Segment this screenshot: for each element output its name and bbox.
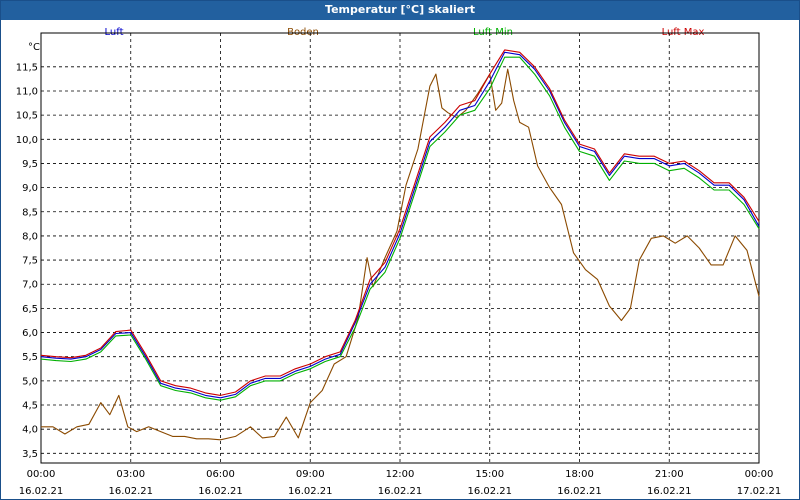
x-tick-time-label: 09:00 — [296, 469, 325, 480]
x-tick-time-label: 12:00 — [386, 469, 415, 480]
y-tick-label: 10,5 — [16, 111, 38, 122]
x-tick-time-label: 18:00 — [565, 469, 594, 480]
plot-frame — [40, 32, 760, 464]
y-tick-label: 7,0 — [22, 280, 38, 291]
x-tick-time-label: 00:00 — [27, 469, 56, 480]
y-tick-label: 11,0 — [16, 86, 38, 97]
y-tick-label: 10,0 — [16, 135, 38, 146]
x-tick-date-label: 16.02.21 — [288, 486, 333, 497]
x-tick-date-label: 16.02.21 — [467, 486, 512, 497]
y-tick-label: 7,5 — [22, 256, 38, 267]
x-tick-date-label: 16.02.21 — [198, 486, 243, 497]
y-tick-label: 9,5 — [22, 159, 38, 170]
y-tick-label: 4,5 — [22, 401, 38, 412]
window-title: Temperatur [°C] skaliert — [1, 1, 799, 20]
y-tick-label: 11,5 — [16, 62, 38, 73]
y-unit-label: °C — [28, 42, 40, 53]
x-tick-time-label: 00:00 — [745, 469, 774, 480]
y-tick-label: 9,0 — [22, 183, 38, 194]
y-tick-label: 3,5 — [22, 449, 38, 460]
x-tick-time-label: 06:00 — [206, 469, 235, 480]
x-tick-date-label: 17.02.21 — [737, 486, 782, 497]
y-tick-label: 5,0 — [22, 376, 38, 387]
y-tick-label: 8,0 — [22, 231, 38, 242]
x-tick-date-label: 16.02.21 — [19, 486, 64, 497]
y-tick-label: 4,0 — [22, 425, 38, 436]
chart-canvas: Luft Boden Luft Min Luft Max °C 3,54,04,55,… — [16, 27, 782, 497]
x-tick-time-label: 21:00 — [655, 469, 684, 480]
grid — [41, 33, 759, 463]
x-tick-date-label: 16.02.21 — [647, 486, 692, 497]
y-tick-label: 5,5 — [22, 352, 38, 363]
y-tick-label: 6,5 — [22, 304, 38, 315]
x-tick-time-label: 03:00 — [116, 469, 145, 480]
x-tick-date-label: 16.02.21 — [108, 486, 153, 497]
y-tick-label: 6,0 — [22, 328, 38, 339]
x-tick-date-label: 16.02.21 — [378, 486, 423, 497]
chart-window: Temperatur [°C] skaliert Luft Boden Luft M… — [0, 0, 800, 500]
y-tick-label: 8,5 — [22, 207, 38, 218]
x-tick-time-label: 15:00 — [475, 469, 504, 480]
axes: 3,5 4,0 4,5 5,0 5,5 6,0 6,5 7,0 7,5 8,0 8,5 9,0 9,5 1… — [16, 32, 782, 497]
x-tick-date-label: 16.02.21 — [557, 486, 602, 497]
